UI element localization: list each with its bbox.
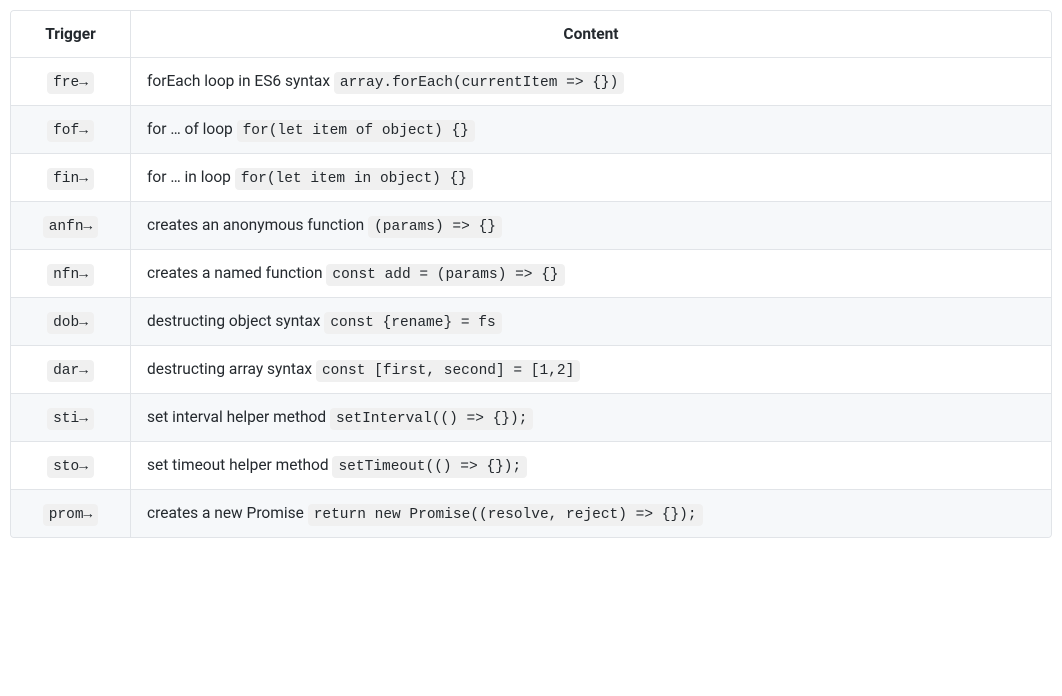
trigger-code: fof→ bbox=[47, 120, 94, 142]
content-code: const add = (params) => {} bbox=[326, 264, 564, 286]
table-row: anfn→ creates an anonymous function (para… bbox=[11, 202, 1051, 250]
content-code: for(let item in object) {} bbox=[235, 168, 473, 190]
content-code: return new Promise((resolve, reject) => … bbox=[308, 504, 703, 526]
trigger-cell: nfn→ bbox=[11, 250, 131, 298]
trigger-code: fin→ bbox=[47, 168, 94, 190]
content-description: creates an anonymous function bbox=[147, 216, 368, 234]
content-description: destructing array syntax bbox=[147, 360, 316, 378]
content-code: setInterval(() => {}); bbox=[330, 408, 533, 430]
content-code: array.forEach(currentItem => {}) bbox=[334, 72, 624, 94]
table-row: fin→ for … in loop for(let item in object… bbox=[11, 154, 1051, 202]
trigger-cell: fin→ bbox=[11, 154, 131, 202]
content-description: for … of loop bbox=[147, 120, 237, 138]
header-content: Content bbox=[131, 11, 1051, 58]
content-cell: for … of loop for(let item of object) {} bbox=[131, 106, 1051, 154]
trigger-cell: sto→ bbox=[11, 442, 131, 490]
content-cell: destructing array syntax const [first, s… bbox=[131, 346, 1051, 394]
trigger-cell: sti→ bbox=[11, 394, 131, 442]
content-code: for(let item of object) {} bbox=[237, 120, 475, 142]
content-description: set interval helper method bbox=[147, 408, 330, 426]
content-description: creates a new Promise bbox=[147, 504, 308, 522]
trigger-cell: prom→ bbox=[11, 490, 131, 537]
trigger-code: fre→ bbox=[47, 72, 94, 94]
trigger-code: dar→ bbox=[47, 360, 94, 382]
trigger-cell: anfn→ bbox=[11, 202, 131, 250]
table-header-row: Trigger Content bbox=[11, 11, 1051, 58]
content-description: destructing object syntax bbox=[147, 312, 324, 330]
trigger-cell: fof→ bbox=[11, 106, 131, 154]
trigger-code: sti→ bbox=[47, 408, 94, 430]
table-row: fof→ for … of loop for(let item of object… bbox=[11, 106, 1051, 154]
trigger-cell: dar→ bbox=[11, 346, 131, 394]
trigger-code: prom→ bbox=[43, 504, 99, 526]
content-cell: destructing object syntax const {rename}… bbox=[131, 298, 1051, 346]
content-cell: forEach loop in ES6 syntax array.forEach… bbox=[131, 58, 1051, 106]
content-code: const {rename} = fs bbox=[324, 312, 501, 334]
table-row: dob→ destructing object syntax const {ren… bbox=[11, 298, 1051, 346]
table-row: sti→ set interval helper method setInterv… bbox=[11, 394, 1051, 442]
table-row: fre→ forEach loop in ES6 syntax array.for… bbox=[11, 58, 1051, 106]
table-row: sto→ set timeout helper method setTimeout… bbox=[11, 442, 1051, 490]
table-row: nfn→ creates a named function const add =… bbox=[11, 250, 1051, 298]
trigger-cell: fre→ bbox=[11, 58, 131, 106]
content-cell: creates a named function const add = (pa… bbox=[131, 250, 1051, 298]
trigger-code: sto→ bbox=[47, 456, 94, 478]
content-cell: set interval helper method setInterval((… bbox=[131, 394, 1051, 442]
trigger-cell: dob→ bbox=[11, 298, 131, 346]
table-row: prom→ creates a new Promise return new Pr… bbox=[11, 490, 1051, 537]
content-cell: set timeout helper method setTimeout(() … bbox=[131, 442, 1051, 490]
content-cell: creates a new Promise return new Promise… bbox=[131, 490, 1051, 537]
content-code: setTimeout(() => {}); bbox=[332, 456, 527, 478]
table-row: dar→ destructing array syntax const [firs… bbox=[11, 346, 1051, 394]
content-description: set timeout helper method bbox=[147, 456, 332, 474]
content-description: creates a named function bbox=[147, 264, 326, 282]
trigger-code: anfn→ bbox=[43, 216, 99, 238]
content-cell: for … in loop for(let item in object) {} bbox=[131, 154, 1051, 202]
content-code: (params) => {} bbox=[368, 216, 502, 238]
snippets-table: Trigger Content fre→ forEach loop in ES6 … bbox=[10, 10, 1052, 538]
content-cell: creates an anonymous function (params) =… bbox=[131, 202, 1051, 250]
trigger-code: dob→ bbox=[47, 312, 94, 334]
content-code: const [first, second] = [1,2] bbox=[316, 360, 580, 382]
header-trigger: Trigger bbox=[11, 11, 131, 58]
content-description: for … in loop bbox=[147, 168, 235, 186]
content-description: forEach loop in ES6 syntax bbox=[147, 72, 334, 90]
trigger-code: nfn→ bbox=[47, 264, 94, 286]
